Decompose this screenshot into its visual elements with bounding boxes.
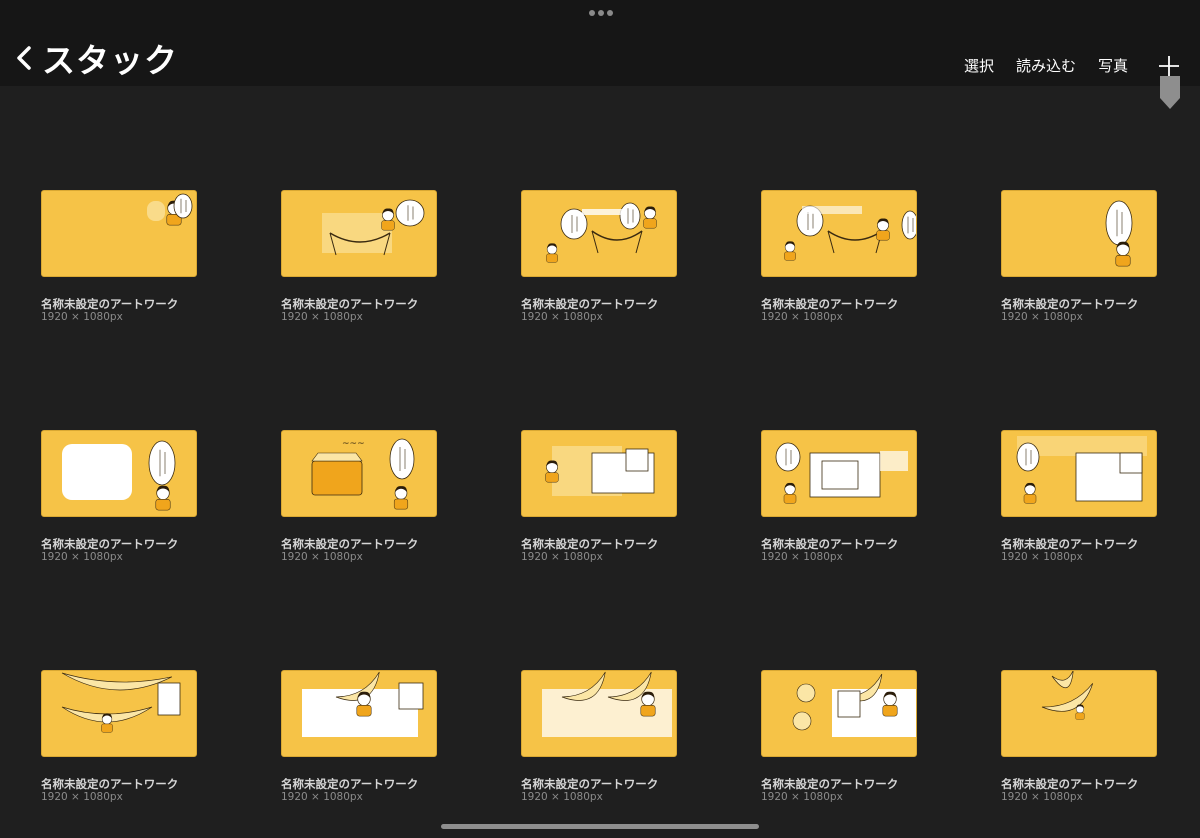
artwork-name: 名称未設定のアートワーク: [41, 777, 179, 791]
artwork-name: 名称未設定のアートワーク: [1001, 537, 1139, 551]
artwork-name: 名称未設定のアートワーク: [41, 297, 179, 311]
artwork-size: 1920 × 1080px: [281, 551, 363, 563]
artwork-size: 1920 × 1080px: [41, 551, 123, 563]
artwork-illustration: [322, 199, 425, 256]
artwork-thumbnail[interactable]: [1001, 670, 1157, 757]
artwork-size: 1920 × 1080px: [521, 791, 603, 803]
artwork-name: 名称未設定のアートワーク: [1001, 297, 1139, 311]
artwork-name: 名称未設定のアートワーク: [281, 777, 419, 791]
artwork-name: 名称未設定のアートワーク: [281, 297, 419, 311]
artwork-name: 名称未設定のアートワーク: [1001, 777, 1139, 791]
artwork-name: 名称未設定のアートワーク: [41, 537, 179, 551]
artwork-illustration: [302, 671, 424, 737]
artwork-name: 名称未設定のアートワーク: [521, 537, 659, 551]
artwork-thumbnail[interactable]: [281, 190, 437, 277]
artwork-illustration: [545, 446, 655, 496]
artwork-name: 名称未設定のアートワーク: [761, 297, 899, 311]
home-indicator[interactable]: [441, 824, 759, 829]
artwork-illustration: [1016, 436, 1147, 504]
artwork-size: 1920 × 1080px: [281, 791, 363, 803]
artwork-name: 名称未設定のアートワーク: [761, 537, 899, 551]
artwork-size: 1920 × 1080px: [1001, 551, 1083, 563]
artwork-thumbnail[interactable]: [521, 670, 677, 757]
artwork-size: 1920 × 1080px: [281, 311, 363, 323]
artwork-thumbnail[interactable]: [41, 430, 197, 517]
artwork-size: 1920 × 1080px: [761, 551, 843, 563]
artwork-illustration: [546, 202, 657, 263]
artwork-illustration: [792, 673, 916, 737]
artwork-name: 名称未設定のアートワーク: [521, 777, 659, 791]
artwork-thumbnail[interactable]: [761, 190, 917, 277]
artwork-size: 1920 × 1080px: [761, 311, 843, 323]
artwork-illustration: [542, 671, 672, 737]
artwork-illustration: [61, 672, 181, 733]
artwork-thumbnail[interactable]: [41, 190, 197, 277]
artwork-size: 1920 × 1080px: [1001, 311, 1083, 323]
artwork-gallery: 名称未設定のアートワーク 1920 × 1080px 名称未設定のアートワーク …: [0, 0, 1200, 838]
artwork-size: 1920 × 1080px: [521, 551, 603, 563]
artwork-name: 名称未設定のアートワーク: [761, 777, 899, 791]
artwork-size: 1920 × 1080px: [41, 791, 123, 803]
artwork-thumbnail[interactable]: [1001, 430, 1157, 517]
artwork-thumbnail[interactable]: [281, 670, 437, 757]
artwork-thumbnail[interactable]: [41, 670, 197, 757]
artwork-illustration: [784, 205, 916, 261]
artwork-illustration: [1041, 671, 1094, 720]
artwork-thumbnail[interactable]: [761, 430, 917, 517]
artwork-thumbnail[interactable]: ~~~: [281, 430, 437, 517]
artwork-thumbnail[interactable]: [521, 190, 677, 277]
artwork-name: 名称未設定のアートワーク: [281, 537, 419, 551]
artwork-thumbnail[interactable]: [521, 430, 677, 517]
artwork-thumbnail[interactable]: [761, 670, 917, 757]
artwork-illustration: ~~~: [311, 438, 415, 510]
artwork-size: 1920 × 1080px: [761, 791, 843, 803]
artwork-illustration: [1105, 200, 1133, 267]
artwork-illustration: [62, 440, 176, 511]
artwork-illustration: [775, 442, 908, 504]
artwork-size: 1920 × 1080px: [1001, 791, 1083, 803]
artwork-size: 1920 × 1080px: [41, 311, 123, 323]
artwork-name: 名称未設定のアートワーク: [521, 297, 659, 311]
artwork-thumbnail[interactable]: [1001, 190, 1157, 277]
svg-text:~~~: ~~~: [342, 439, 365, 449]
artwork-size: 1920 × 1080px: [521, 311, 603, 323]
artwork-illustration: [147, 193, 193, 226]
